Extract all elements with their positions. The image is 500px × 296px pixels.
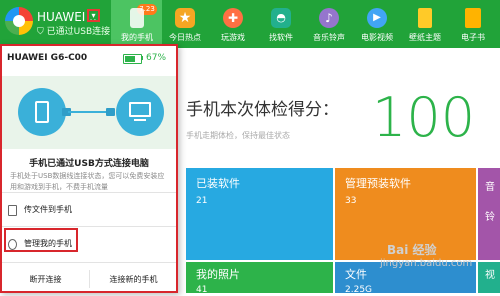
android-icon: ◓ [271,8,291,28]
nav-my-phone[interactable]: 我的手机 [111,0,163,48]
book-icon [465,8,481,28]
connect-new-phone-button[interactable]: 连接新的手机 [90,264,177,295]
battery-percent: 67% [146,53,167,63]
tile-partial-right-bottom[interactable]: 视 [478,262,500,293]
nav-videos[interactable]: ▶ 电影视频 [351,0,403,48]
connected-title: 手机已通过USB方式连接电脑 [29,159,149,169]
battery-fill [125,56,135,62]
phone-icon [130,8,144,28]
divider [2,262,176,263]
divider [2,192,176,193]
score-subtitle: 手机走期体检，保持最佳状态 [186,131,290,140]
battery-icon [123,54,142,64]
wallpaper-icon [418,8,432,28]
shield-icon: ⛉ [37,27,44,37]
connection-status: ⛉ 已通过USB连接 [37,26,110,38]
score-value: 100 [372,86,476,149]
device-dropdown-panel: HUAWEI G6-C00 67% 手机已通过USB方式连接电脑 手机处于USB… [0,44,178,293]
nav-find-apps[interactable]: ◓ 找软件 [255,0,307,48]
play-icon: ▶ [367,8,387,28]
disconnect-button[interactable]: 断开连接 [2,264,89,295]
usb-cable [68,111,108,113]
star-icon: ★ [175,8,195,28]
file-transfer-icon [8,205,17,216]
divider [2,226,176,227]
device-model: HUAWEI G6-C00 [7,53,88,63]
nav-hot-topics[interactable]: ★ 今日热点 [159,0,211,48]
connection-illustration [2,76,176,149]
highlight-frame [4,228,78,252]
battery-cap [141,56,143,60]
tile-partial-right[interactable]: 音 铃 [478,168,500,260]
music-note-icon: ♪ [319,8,339,28]
nav-wallpapers[interactable]: 壁纸主题 [399,0,451,48]
tile-installed-apps[interactable]: 已装软件 21 [186,168,333,260]
nav-games[interactable]: ✚ 玩游戏 [207,0,259,48]
device-dropdown-button[interactable]: ▾ [87,9,100,22]
nav-music[interactable]: ♪ 音乐铃声 [303,0,355,48]
connected-description: 手机处于USB数据线连接状态，您可以免费安装应用和游戏到手机，不费手机流量 [10,172,165,191]
usb-plug-icon [106,108,115,116]
nav-ebooks[interactable]: 电子书 [447,0,499,48]
score-title: 手机本次体检得分： [186,100,339,120]
transfer-files-button[interactable]: 传文件到手机 [2,194,176,226]
tile-my-photos[interactable]: 我的照片 41 [186,262,333,295]
computer-circle-icon [116,88,164,136]
phone-circle-icon [18,88,66,136]
watermark-logo: Bai 经验 [387,243,437,257]
connection-status-text: 已通过USB连接 [46,27,111,37]
app-logo-icon [5,7,33,35]
watermark-url: jingyan.baidu.com [380,258,473,269]
gamepad-icon: ✚ [223,8,243,28]
